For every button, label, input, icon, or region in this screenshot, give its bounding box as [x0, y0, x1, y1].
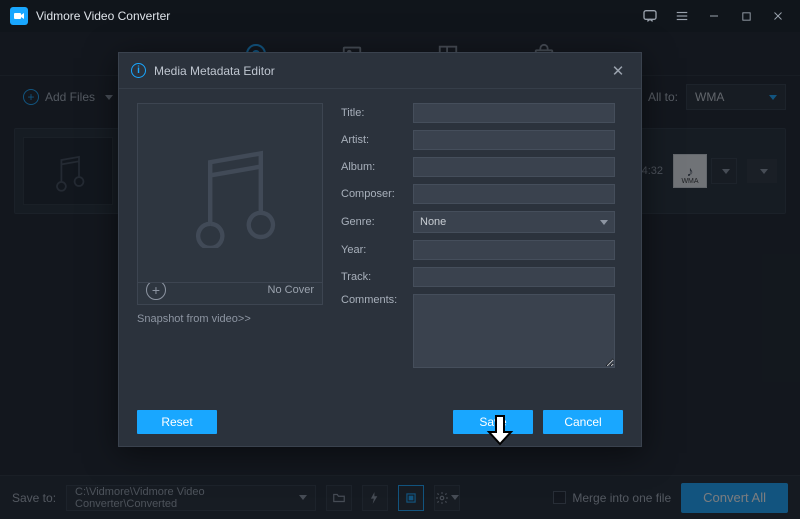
metadata-fields: Title: Artist: Album: Composer: Genre: N…	[341, 103, 623, 398]
info-icon: i	[131, 63, 146, 78]
genre-field-label: Genre:	[341, 216, 405, 228]
chevron-down-icon	[600, 220, 608, 225]
modal-close-button[interactable]: ✕	[607, 60, 629, 82]
artist-field[interactable]	[413, 130, 615, 150]
maximize-icon[interactable]	[734, 4, 758, 28]
minimize-icon[interactable]	[702, 4, 726, 28]
track-field[interactable]	[413, 267, 615, 287]
save-button[interactable]: Save	[453, 410, 533, 434]
reset-button[interactable]: Reset	[137, 410, 217, 434]
cancel-button[interactable]: Cancel	[543, 410, 623, 434]
album-field-label: Album:	[341, 161, 405, 173]
title-field-label: Title:	[341, 107, 405, 119]
modal-header: i Media Metadata Editor ✕	[119, 53, 641, 89]
metadata-editor-modal: i Media Metadata Editor ✕ + No Cover Sna…	[118, 52, 642, 447]
year-field[interactable]	[413, 240, 615, 260]
snapshot-from-video-link[interactable]: Snapshot from video>>	[137, 313, 323, 325]
year-field-label: Year:	[341, 244, 405, 256]
app-logo-icon	[10, 7, 28, 25]
cover-column: + No Cover Snapshot from video>>	[137, 103, 323, 398]
titlebar: Vidmore Video Converter	[0, 0, 800, 32]
cover-preview	[137, 103, 323, 283]
artist-field-label: Artist:	[341, 134, 405, 146]
close-icon[interactable]	[766, 4, 790, 28]
no-cover-label: No Cover	[268, 284, 314, 296]
genre-value: None	[420, 216, 446, 228]
album-field[interactable]	[413, 157, 615, 177]
comments-field-label: Comments:	[341, 294, 405, 306]
modal-footer: Reset Save Cancel	[119, 398, 641, 446]
genre-select[interactable]: None	[413, 211, 615, 233]
modal-title: Media Metadata Editor	[154, 64, 275, 78]
composer-field-label: Composer:	[341, 188, 405, 200]
app-title: Vidmore Video Converter	[36, 9, 170, 23]
menu-icon[interactable]	[670, 4, 694, 28]
composer-field[interactable]	[413, 184, 615, 204]
title-field[interactable]	[413, 103, 615, 123]
comments-field[interactable]	[413, 294, 615, 368]
feedback-icon[interactable]	[638, 4, 662, 28]
track-field-label: Track:	[341, 271, 405, 283]
